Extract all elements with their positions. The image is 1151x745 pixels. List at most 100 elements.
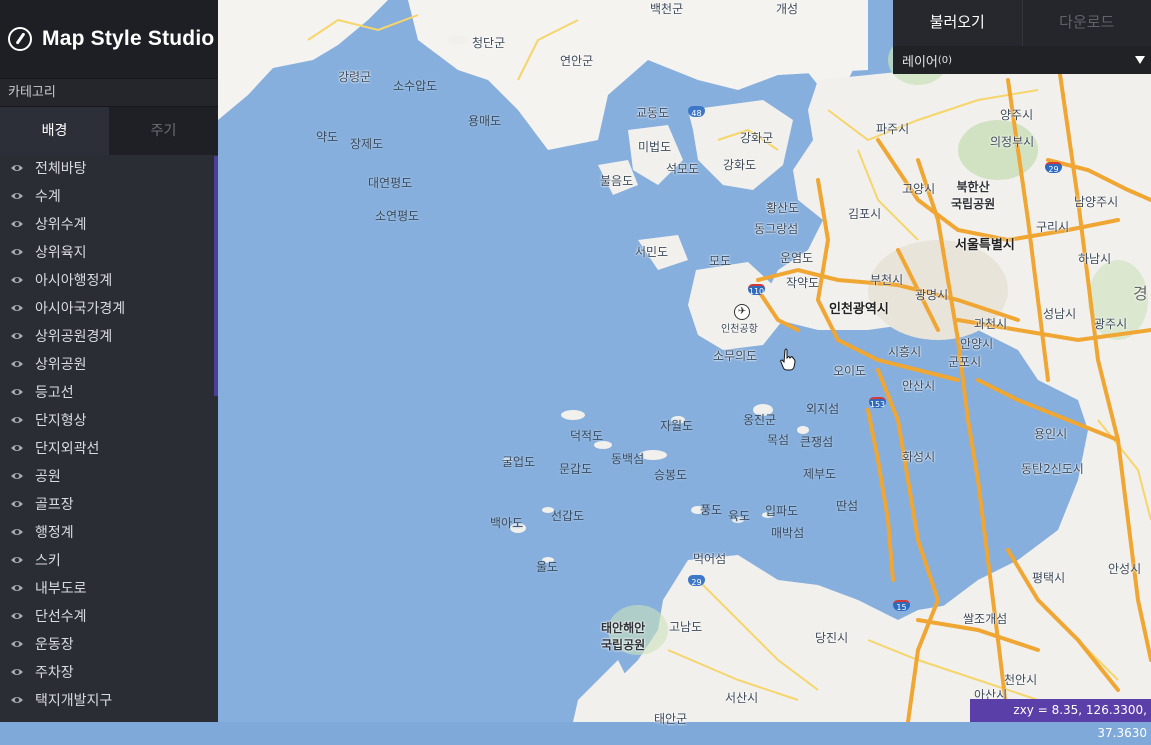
layer-dropdown-label: 레이어 [902, 51, 938, 70]
layer-item[interactable]: 수계 [0, 182, 218, 210]
layer-item[interactable]: 상위공원 [0, 350, 218, 378]
map-label: 안성시 [1108, 560, 1141, 577]
map-label: 매박섬 [771, 524, 804, 541]
layer-item[interactable]: 스키 [0, 546, 218, 574]
eye-icon[interactable] [10, 245, 24, 259]
layer-item[interactable]: 택지개발지구 [0, 686, 218, 714]
route-shield: 15 [893, 600, 910, 611]
eye-icon[interactable] [10, 553, 24, 567]
map-label: 연안군 [560, 52, 593, 69]
layer-item[interactable]: 전체바탕 [0, 154, 218, 182]
eye-icon[interactable] [10, 609, 24, 623]
map-label: 덕적도 [570, 427, 603, 444]
map-canvas[interactable]: 백천군 개성 청단군 연안군 강령군 소수압도 용매도 약도 장제도 대연평도 … [218, 0, 1151, 722]
layer-item[interactable]: 공원 [0, 462, 218, 490]
map-label: 인천공항 [721, 320, 758, 335]
eye-icon[interactable] [10, 497, 24, 511]
map-label: 성남시 [1043, 305, 1076, 322]
layer-item-label: 단선수계 [35, 606, 87, 626]
eye-icon[interactable] [10, 441, 24, 455]
map-label: 운염도 [780, 249, 813, 266]
eye-icon[interactable] [10, 217, 24, 231]
map-label: 풍도 [700, 501, 722, 518]
map-label: 용인시 [1034, 425, 1067, 442]
layer-list[interactable]: 전체바탕수계상위수계상위육지아시아행정계아시아국가경계상위공원경계상위공원등고선… [0, 154, 218, 722]
layer-item[interactable]: 아시아행정계 [0, 266, 218, 294]
layer-item[interactable]: 단지형상 [0, 406, 218, 434]
hand-cursor-icon [780, 348, 796, 372]
map-label: 강화도 [723, 156, 756, 173]
map-label: 소무의도 [713, 347, 757, 364]
map-label: 양주시 [1000, 106, 1033, 123]
route-shield: 110 [748, 284, 765, 295]
map-label: 천안시 [1004, 671, 1037, 688]
map-label: 옹진군 [743, 411, 776, 428]
eye-icon[interactable] [10, 637, 24, 651]
layer-item[interactable]: 상위수계 [0, 210, 218, 238]
eye-icon[interactable] [10, 329, 24, 343]
map-label: 남양주시 [1074, 193, 1118, 210]
eye-icon[interactable] [10, 301, 24, 315]
layer-item[interactable]: 상위공원경계 [0, 322, 218, 350]
map-label: 문갑도 [559, 460, 592, 477]
route-shield: 153 [869, 397, 886, 408]
map-label: 딴섬 [836, 497, 858, 514]
eye-icon[interactable] [10, 581, 24, 595]
tab-background[interactable]: 배경 [0, 107, 109, 155]
map-label: 서울특별시 [955, 234, 1015, 253]
map-label: 먹어섬 [693, 550, 726, 567]
layer-item[interactable]: 골프장 [0, 490, 218, 518]
eye-icon[interactable] [10, 665, 24, 679]
layer-dropdown-count: (0) [938, 55, 952, 66]
layer-item-label: 내부도로 [35, 578, 87, 598]
map-label: 석모도 [666, 160, 699, 177]
map-label: 동그랑섬 [754, 220, 798, 237]
layer-item[interactable]: 아시아국가경계 [0, 294, 218, 322]
layer-item-label: 골프장 [35, 494, 74, 514]
layer-item[interactable]: 내부도로 [0, 574, 218, 602]
layer-item[interactable]: 단지외곽선 [0, 434, 218, 462]
map-label: 제부도 [803, 465, 836, 482]
map-label: 소수압도 [393, 77, 437, 94]
map-label: 대연평도 [368, 174, 412, 191]
map-label: 북한산 국립공원 [951, 178, 995, 212]
map-label: 소연평도 [375, 207, 419, 224]
map-label: 미법도 [638, 138, 671, 155]
map-label: 태안해안 국립공원 [601, 619, 645, 653]
app-title: Map Style Studio [42, 27, 214, 51]
eye-icon[interactable] [10, 357, 24, 371]
layer-item[interactable]: 행정계 [0, 518, 218, 546]
eye-icon[interactable] [10, 413, 24, 427]
eye-icon[interactable] [10, 693, 24, 707]
eye-icon[interactable] [10, 469, 24, 483]
layer-item[interactable]: 주차장 [0, 658, 218, 686]
eye-icon[interactable] [10, 525, 24, 539]
layer-item[interactable]: 단선수계 [0, 602, 218, 630]
map-label: 교동도 [636, 104, 669, 121]
map-label: 하남시 [1078, 250, 1111, 267]
scrollbar-thumb[interactable] [214, 156, 218, 396]
eye-icon[interactable] [10, 273, 24, 287]
map-label: 태안군 [654, 710, 687, 727]
map-label: 안양시 [960, 335, 993, 352]
chevron-down-icon [1135, 56, 1145, 64]
load-button[interactable]: 불러오기 [893, 0, 1023, 46]
layer-item[interactable]: 상위육지 [0, 238, 218, 266]
map-label: 파주시 [876, 120, 909, 137]
download-button[interactable]: 다운로드 [1023, 0, 1151, 46]
eye-icon[interactable] [10, 189, 24, 203]
map-label: 쌀조개섬 [963, 610, 1007, 627]
tab-annotation[interactable]: 주기 [109, 107, 218, 155]
layer-item-label: 스키 [35, 550, 61, 570]
map-label: 입파도 [765, 502, 798, 519]
layer-item-label: 수계 [35, 186, 61, 206]
layer-dropdown[interactable]: 레이어 (0) [893, 46, 1151, 74]
layer-item[interactable]: 등고선 [0, 378, 218, 406]
top-actions: 불러오기 다운로드 [893, 0, 1151, 46]
map-label: 서민도 [635, 243, 668, 260]
map-label: 청단군 [472, 34, 505, 51]
eye-icon[interactable] [10, 161, 24, 175]
eye-icon[interactable] [10, 385, 24, 399]
layer-item[interactable]: 운동장 [0, 630, 218, 658]
map-label: 백아도 [490, 514, 523, 531]
